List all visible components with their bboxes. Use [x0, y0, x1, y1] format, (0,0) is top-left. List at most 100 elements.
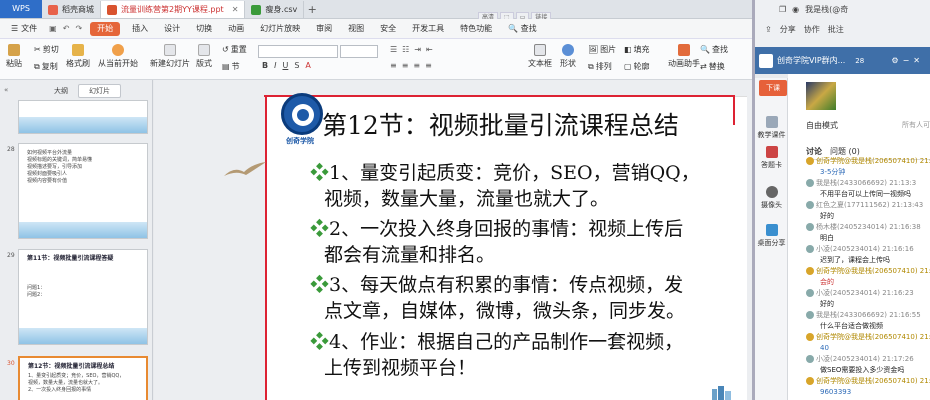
chat-message-sender: 创奇学院@我是栈(206507410) 21:17:: [806, 376, 930, 387]
fill-label: 填充: [633, 45, 650, 54]
align-center-icon[interactable]: ≡: [402, 61, 409, 70]
format-painter-button[interactable]: 格式刷: [66, 44, 90, 69]
chat-message-text: 9603393: [806, 387, 930, 398]
outdent-icon[interactable]: ⇤: [426, 45, 433, 54]
arrange-button[interactable]: ⧉ 排列: [588, 61, 612, 72]
chat-text: 小凌(2405234014) 21:16:23: [816, 289, 914, 297]
share-icon[interactable]: ⇪: [765, 25, 772, 34]
desktop-share-tool[interactable]: 桌面分享: [755, 224, 788, 248]
image-label: 图片: [600, 45, 617, 54]
menu-design[interactable]: 设计: [156, 19, 188, 39]
chat-window-controls[interactable]: ⚙−✕: [891, 56, 924, 65]
thumb-banner: [19, 222, 147, 238]
end-class-button[interactable]: 下课: [759, 80, 787, 96]
menu-search[interactable]: 🔍 查找: [500, 19, 545, 39]
camera-tool[interactable]: 摄像头: [755, 186, 788, 210]
teacher-avatar[interactable]: [806, 82, 836, 110]
tab-outline[interactable]: 大纲: [44, 85, 78, 97]
number-list-icon[interactable]: ☷: [402, 45, 409, 54]
chat-message-sender: 杨木楼(2405234014) 21:16:38: [806, 222, 930, 233]
font-name-input[interactable]: [258, 45, 338, 58]
replace-button[interactable]: ⇄ 替换: [700, 61, 725, 72]
save-icon[interactable]: ▣: [49, 24, 57, 33]
layout-button[interactable]: 版式: [196, 44, 212, 69]
chat-text: 红色之夏(177111562) 21:13:43: [816, 201, 924, 209]
menu-review[interactable]: 审阅: [308, 19, 340, 39]
chat-message-sender: 我是栈(2433066692) 21:16:55: [806, 310, 930, 321]
cut-button[interactable]: ✂ 剪切: [34, 44, 59, 55]
file-menu[interactable]: ☰ 文件: [3, 19, 45, 39]
user-name[interactable]: 我是栈(@奇: [805, 4, 848, 15]
menu-special[interactable]: 特色功能: [452, 19, 500, 39]
courseware-tool[interactable]: 教学课件: [755, 116, 788, 140]
menu-start[interactable]: 开始: [90, 21, 121, 36]
diamond-bullet-icon: ❖: [310, 331, 330, 353]
play-from-current-button[interactable]: 从当前开始: [98, 44, 138, 69]
fill-button[interactable]: ◧ 填充: [624, 44, 650, 55]
bold-icon[interactable]: B: [262, 61, 268, 70]
bullet-list-icon[interactable]: ☰: [390, 45, 397, 54]
align-left-icon[interactable]: ≡: [390, 61, 397, 70]
layout-label: 版式: [196, 59, 212, 68]
slide-thumb-30[interactable]: 第12节：视频批量引流课程总结 1、量变引起质变；竞价，SEO，营销QQ， 视频…: [18, 356, 148, 400]
comment-label[interactable]: 批注: [828, 24, 844, 35]
outline-icon: ▢: [624, 62, 632, 71]
tab-csv[interactable]: 瘦身.csv: [245, 1, 305, 18]
slide-number: 29: [7, 252, 15, 259]
strike-icon[interactable]: S: [294, 61, 299, 70]
copy-button[interactable]: ⧉ 复制: [34, 61, 58, 72]
chat-text: 创奇学院@我是栈(206507410) 21:16:: [816, 157, 930, 165]
underline-icon[interactable]: U: [282, 61, 288, 70]
font-format-buttons: B I U S A: [262, 61, 311, 70]
chat-text: 什么平台适合做视频: [820, 322, 883, 330]
outline-button[interactable]: ▢ 轮廓: [624, 61, 650, 72]
chat-text: 创奇学院@我是栈(206507410) 21:17:: [816, 377, 930, 385]
menu-insert[interactable]: 插入: [124, 19, 156, 39]
answer-card-tool[interactable]: 答题卡: [755, 146, 788, 170]
restore-icon[interactable]: ❐: [779, 5, 786, 14]
font-color-icon[interactable]: A: [305, 61, 310, 70]
image-button[interactable]: 🖼 图片: [588, 44, 616, 55]
italic-icon[interactable]: I: [274, 61, 276, 70]
paste-button[interactable]: 粘贴: [6, 44, 22, 69]
chat-mode[interactable]: 自由模式: [806, 120, 838, 131]
animation-helper-button[interactable]: 动画助手: [668, 44, 700, 69]
tab-ppt[interactable]: 流量训练营第2期YY课程.ppt ✕: [101, 1, 246, 18]
align-right-icon[interactable]: ≡: [413, 61, 420, 70]
menu-view[interactable]: 视图: [340, 19, 372, 39]
section-button[interactable]: ▤ 节: [222, 61, 240, 72]
all-members-mode[interactable]: 所有人可: [902, 120, 930, 130]
indent-icon[interactable]: ⇥: [414, 45, 421, 54]
tab-slides[interactable]: 幻灯片: [78, 84, 121, 98]
slide-thumb-27[interactable]: [18, 100, 148, 134]
redo-icon[interactable]: ↷: [75, 24, 82, 33]
tab-store[interactable]: 稻壳商城: [42, 1, 101, 18]
menu-slideshow[interactable]: 幻灯片放映: [252, 19, 308, 39]
chat-message-sender: 红色之夏(177111562) 21:13:43: [806, 200, 930, 211]
user-icon: [806, 289, 814, 297]
collab-label[interactable]: 协作: [804, 24, 820, 35]
wps-logo[interactable]: WPS: [0, 0, 42, 18]
find-button[interactable]: 🔍 查找: [700, 44, 728, 55]
chat-text: 我是栈(2433066692) 21:13:3: [816, 179, 917, 187]
share-label[interactable]: 分享: [780, 24, 796, 35]
font-size-input[interactable]: [340, 45, 378, 58]
chat-text: 好的: [820, 300, 834, 308]
new-tab-button[interactable]: +: [304, 1, 320, 18]
reset-button[interactable]: ↺ 重置: [222, 44, 247, 55]
slide-thumb-29[interactable]: 第11节：视频批量引流课程答疑 问题1： 问题2：: [18, 249, 148, 345]
user-avatar-icon[interactable]: ◉: [792, 5, 799, 14]
textbox-icon: [534, 44, 546, 56]
undo-icon[interactable]: ↶: [63, 24, 70, 33]
shape-button[interactable]: 形状: [560, 44, 576, 69]
slide-thumb-28[interactable]: 如何视频平台外流量 视频标题的关键词，简单易懂 视频描述要写，引导添加 视频封面…: [18, 143, 148, 239]
menu-security[interactable]: 安全: [372, 19, 404, 39]
menu-animation[interactable]: 动画: [220, 19, 252, 39]
new-slide-button[interactable]: 新建幻灯片: [150, 44, 190, 69]
menu-transition[interactable]: 切换: [188, 19, 220, 39]
menu-devtools[interactable]: 开发工具: [404, 19, 452, 39]
justify-icon[interactable]: ≡: [425, 61, 432, 70]
textbox-button[interactable]: 文本框: [528, 44, 552, 69]
close-tab-icon[interactable]: ✕: [232, 5, 239, 14]
chat-message-text: 40: [806, 343, 930, 354]
